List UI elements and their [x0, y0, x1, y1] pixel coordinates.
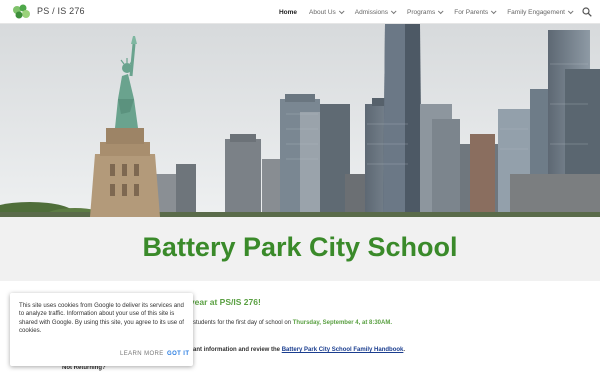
hero-skyline-image: [0, 24, 600, 217]
got-it-button[interactable]: GOT IT: [167, 351, 189, 357]
nav-item-home[interactable]: Home: [279, 9, 297, 16]
nav-item-programs[interactable]: Programs: [407, 8, 444, 16]
chevron-down-icon: [338, 8, 345, 15]
search-icon[interactable]: [582, 7, 592, 17]
main-nav: Home About Us Admissions Programs For Pa…: [267, 0, 574, 24]
first-day-date: Thursday, September 4, at 8:30AM.: [292, 320, 392, 326]
nav-item-admissions[interactable]: Admissions: [354, 8, 397, 16]
page-title: Battery Park City School: [142, 232, 458, 262]
learn-more-button[interactable]: LEARN MORE: [120, 351, 164, 357]
school-logo-icon[interactable]: [11, 4, 33, 20]
handbook-suffix: .: [403, 347, 406, 353]
top-navigation-bar: PS / IS 276 Home About Us Admissions Pro…: [0, 0, 600, 24]
chevron-down-icon: [491, 8, 497, 15]
handbook-prefix: ant information and review the: [193, 347, 282, 353]
nav-item-for-parents[interactable]: For Parents: [454, 8, 497, 16]
nav-item-label: Home: [278, 8, 298, 16]
handbook-link[interactable]: Battery Park City School Family Handbook: [282, 347, 404, 353]
chevron-down-icon: [390, 8, 397, 15]
handbook-text: ant information and review the Battery P…: [193, 347, 405, 353]
chevron-down-icon: [567, 8, 574, 15]
nav-item-family-engagement[interactable]: Family Engagement: [507, 8, 574, 16]
chevron-down-icon: [438, 8, 444, 15]
nyc-skyline-image: [0, 24, 600, 217]
site-title[interactable]: PS / IS 276: [37, 6, 85, 16]
nav-item-label: Programs: [407, 8, 436, 16]
cookie-consent-dialog: This site uses cookies from Google to de…: [10, 293, 193, 366]
first-day-prefix: students for the first day of school on: [193, 320, 293, 326]
nav-item-label: Admissions: [354, 8, 389, 16]
nav-item-label: For Parents: [454, 8, 489, 16]
nav-item-label: About Us: [309, 8, 336, 16]
nav-item-about-us[interactable]: About Us: [309, 8, 345, 16]
nav-item-label: Family Engagement: [507, 8, 565, 16]
first-day-text: students for the first day of school on …: [193, 320, 392, 326]
cookie-message: This site uses cookies from Google to de…: [19, 302, 184, 334]
